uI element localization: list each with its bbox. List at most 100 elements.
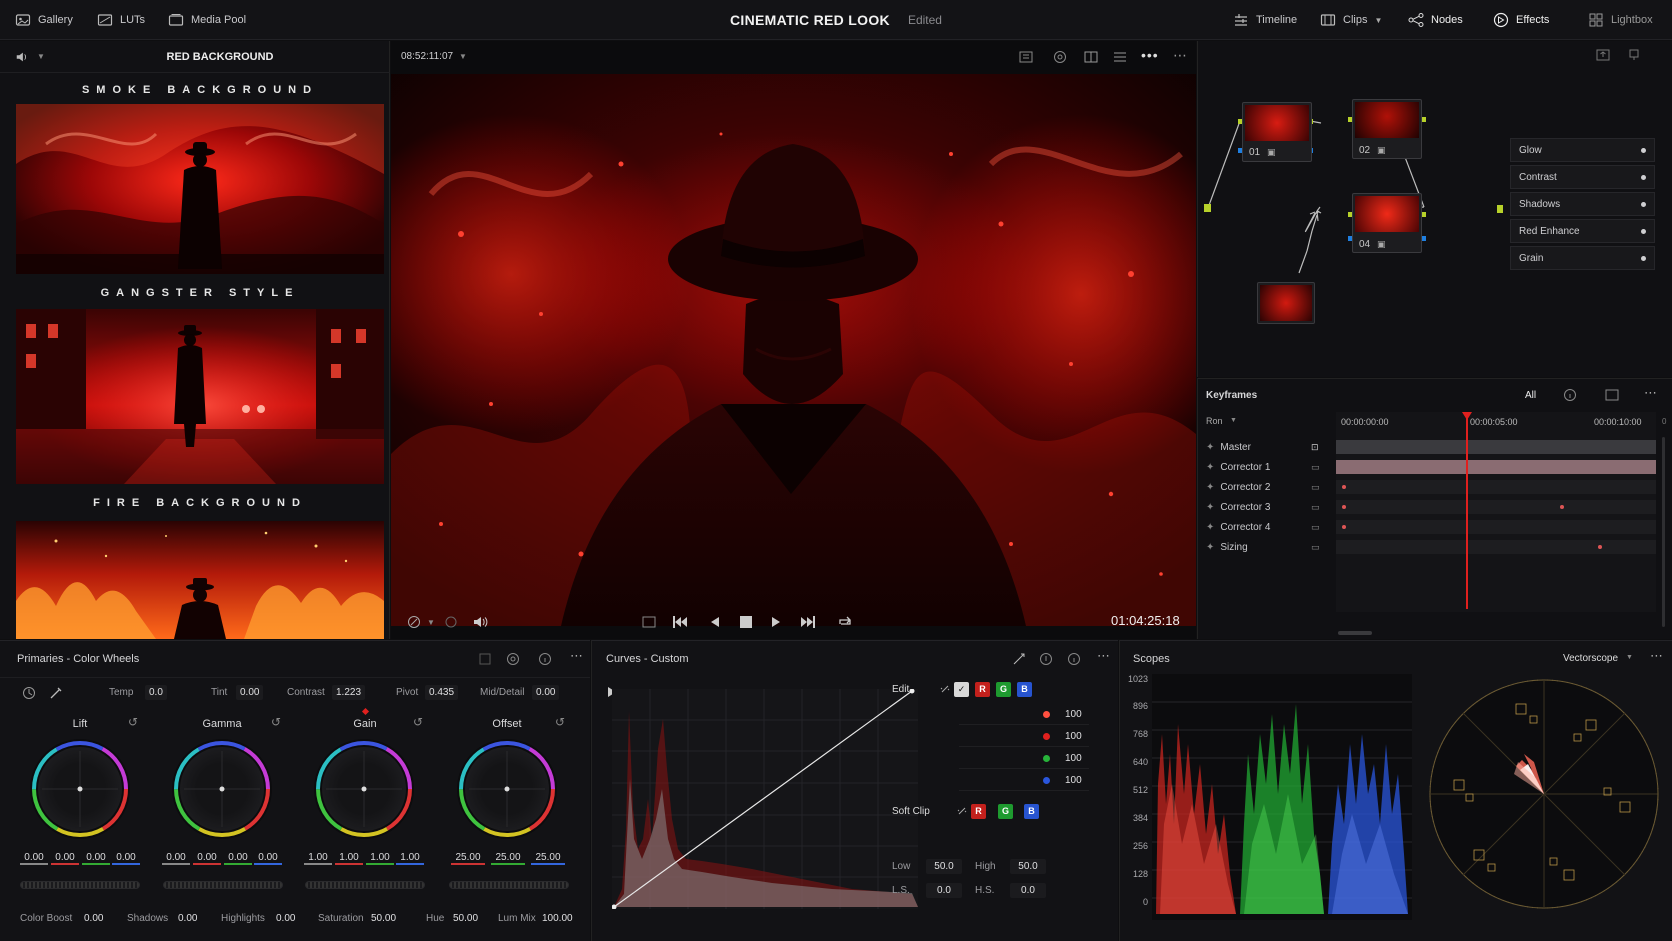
effect-contrast[interactable]: Contrast (1510, 165, 1655, 189)
gamma-master-wheel-slider[interactable] (163, 881, 283, 889)
target-icon[interactable] (1053, 50, 1067, 64)
play-icon[interactable] (771, 616, 781, 628)
keyframe-track-corrector-4[interactable]: ✦ Corrector 4 ▭ (1206, 517, 1336, 537)
chevron-down-icon[interactable]: ▼ (1626, 654, 1633, 661)
step-back-icon[interactable] (710, 616, 720, 628)
offset-green-value[interactable]: 25.00 (491, 852, 525, 865)
nodes-tab[interactable]: Nodes (1408, 0, 1463, 40)
shadows-value[interactable]: 0.00 (174, 911, 201, 926)
gain-blue-value[interactable]: 1.00 (396, 852, 424, 865)
clips-tab[interactable]: Clips ▼ (1320, 0, 1382, 40)
softclip-red-chip[interactable]: R (971, 804, 986, 819)
edit-green-chip[interactable]: G (996, 682, 1011, 697)
chevron-down-icon[interactable]: ▼ (459, 52, 467, 61)
effects-tab[interactable]: Effects (1493, 0, 1549, 40)
link-icon[interactable] (956, 805, 968, 817)
keyframe-track-master[interactable]: ✦ Master ⊡ (1206, 437, 1336, 457)
luts-tab[interactable]: LUTs (97, 0, 145, 40)
gain-master-value[interactable]: 1.00 (304, 852, 332, 865)
gain-color-wheel[interactable] (312, 737, 416, 841)
lift-reset-icon[interactable]: ↺ (128, 715, 138, 729)
keyframe-scrollbar[interactable] (1338, 631, 1372, 635)
lummix-value[interactable]: 100.00 (538, 911, 577, 926)
chevron-down-icon[interactable]: ▼ (1230, 417, 1237, 424)
lift-blue-value[interactable]: 0.00 (112, 852, 140, 865)
node-01[interactable]: 01 ▣ (1242, 102, 1312, 162)
loop-icon[interactable] (837, 615, 853, 629)
source-timecode[interactable]: 08:52:11:07 (401, 51, 453, 62)
loop-region-icon[interactable] (642, 615, 656, 629)
offset-color-wheel[interactable] (455, 737, 559, 841)
offset-blue-value[interactable]: 25.00 (531, 852, 565, 865)
edit-red-chip[interactable]: R (975, 682, 990, 697)
keyframe-mode-select[interactable]: Ron (1206, 416, 1223, 426)
contrast-value[interactable]: 1.223 (332, 685, 366, 700)
split-screen-icon[interactable] (1084, 51, 1098, 63)
keyframe-track-corrector-2[interactable]: ✦ Corrector 2 ▭ (1206, 477, 1336, 497)
blue-intensity-row[interactable]: 100 (959, 771, 1089, 791)
upload-icon[interactable] (1596, 49, 1610, 61)
ls-value[interactable]: 0.0 (926, 883, 962, 898)
speaker-icon[interactable] (15, 50, 29, 64)
layers-icon[interactable] (444, 615, 458, 629)
gain-green-value[interactable]: 1.00 (366, 852, 394, 865)
middetail-value[interactable]: 0.00 (532, 685, 560, 700)
edit-blue-chip[interactable]: B (1017, 682, 1032, 697)
gain-master-wheel-slider[interactable] (305, 881, 425, 889)
info-icon[interactable] (538, 652, 552, 666)
image-wipe-icon[interactable] (1019, 51, 1033, 63)
hs-value[interactable]: 0.0 (1010, 883, 1046, 898)
gain-red-value[interactable]: 1.00 (335, 852, 363, 865)
softclip-blue-chip[interactable]: B (1024, 804, 1039, 819)
media-pool-tab[interactable]: Media Pool (168, 0, 246, 40)
skip-to-end-icon[interactable] (800, 615, 816, 629)
gamma-red-value[interactable]: 0.00 (193, 852, 221, 865)
more-options-icon[interactable]: ••• (1141, 47, 1159, 63)
gamma-master-value[interactable]: 0.00 (162, 852, 190, 865)
track-toggle-icon[interactable]: ▭ (1311, 542, 1320, 553)
timeline-tab[interactable]: Timeline (1233, 0, 1297, 40)
effect-shadows[interactable]: Shadows (1510, 192, 1655, 216)
offset-master-wheel-slider[interactable] (449, 881, 569, 889)
softclip-green-chip[interactable]: G (998, 804, 1013, 819)
track-toggle-icon[interactable]: ▭ (1311, 502, 1320, 513)
curve-editor[interactable] (612, 689, 918, 909)
keyframe-mode-icon[interactable] (1605, 389, 1619, 401)
keyframe-vscrollbar[interactable] (1662, 437, 1665, 627)
low-value[interactable]: 50.0 (926, 859, 962, 874)
reset-icon[interactable] (478, 652, 492, 666)
gallery-tab[interactable]: Gallery (15, 0, 73, 40)
high-value[interactable]: 50.0 (1010, 859, 1046, 874)
temp-value[interactable]: 0.0 (145, 685, 167, 700)
info-icon[interactable] (1067, 652, 1081, 666)
green-intensity-row[interactable]: 100 (959, 749, 1089, 769)
more-options-icon[interactable]: ⋯ (570, 648, 583, 664)
hue-value[interactable]: 50.00 (449, 911, 482, 926)
edit-luma-chip[interactable]: ✓ (954, 682, 969, 697)
info-icon[interactable] (1563, 388, 1577, 402)
pivot-value[interactable]: 0.435 (425, 685, 459, 700)
tint-value[interactable]: 0.00 (236, 685, 264, 700)
effect-red-enhance[interactable]: Red Enhance (1510, 219, 1655, 243)
gamma-color-wheel[interactable] (170, 737, 274, 841)
chevron-down-icon[interactable]: ▼ (37, 52, 45, 61)
picker-icon[interactable] (49, 686, 63, 700)
still-thumbnail-fire[interactable] (16, 521, 384, 639)
track-toggle-icon[interactable]: ▭ (1311, 482, 1320, 493)
lift-master-value[interactable]: 0.00 (20, 852, 48, 865)
lift-master-wheel-slider[interactable] (20, 881, 140, 889)
track-toggle-icon[interactable]: ⊡ (1311, 442, 1319, 453)
offset-reset-icon[interactable]: ↺ (555, 715, 565, 729)
auto-balance-icon[interactable] (22, 686, 36, 700)
still-thumbnail-smoke[interactable] (16, 104, 384, 274)
track-toggle-icon[interactable]: ▭ (1311, 522, 1320, 533)
red-intensity-row[interactable]: 100 (959, 727, 1089, 747)
pen-tool-icon[interactable] (407, 615, 421, 629)
target-icon[interactable] (506, 652, 520, 666)
chevron-down-icon[interactable]: ▼ (427, 618, 435, 627)
offset-red-value[interactable]: 25.00 (451, 852, 485, 865)
node-05[interactable] (1257, 282, 1315, 324)
skip-to-start-icon[interactable] (672, 615, 688, 629)
target-icon[interactable] (1039, 652, 1053, 666)
saturation-value[interactable]: 50.00 (367, 911, 400, 926)
